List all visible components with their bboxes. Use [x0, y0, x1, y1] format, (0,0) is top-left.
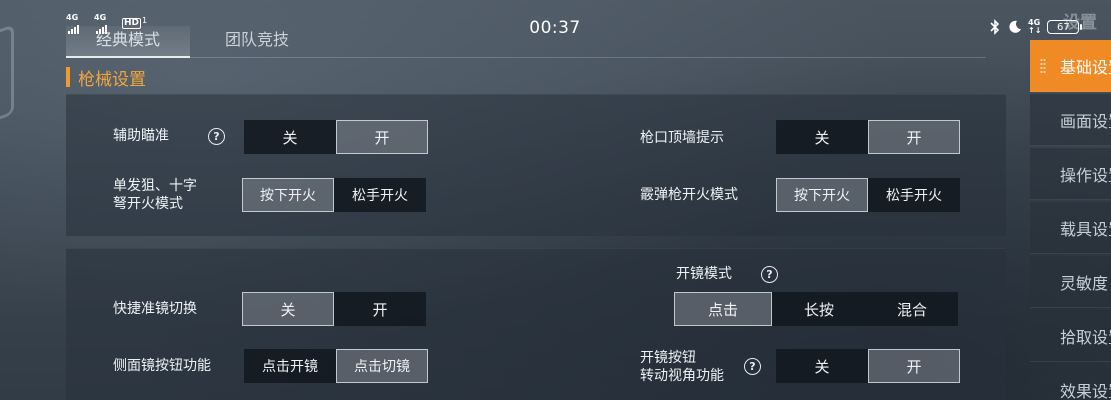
scope-rotate-help-icon[interactable]: ? — [744, 358, 761, 375]
shotgun-fire-mode-toggle: 按下开火 松手开火 — [776, 178, 960, 212]
bluetooth-icon — [988, 18, 1002, 36]
shotgun-fire-mode-label: 霰弹枪开火模式 — [640, 187, 738, 203]
side-scope-button-label: 侧面镜按钮功能 — [113, 358, 211, 374]
section-title: 枪械设置 — [78, 69, 146, 90]
sniper-fire-mode-label: 单发狙、十字 弩开火模式 — [113, 178, 197, 212]
quick-scope-off-option[interactable]: 关 — [242, 292, 334, 326]
status-clock: 00:37 — [529, 18, 581, 38]
settings-title: 设置 — [1063, 13, 1097, 33]
scope-rotate-off-option[interactable]: 关 — [776, 349, 868, 383]
wall-hint-toggle: 关 开 — [776, 120, 960, 154]
scope-mode-selector: 点击 长按 混合 — [674, 292, 958, 326]
scope-mode-tap-option[interactable]: 点击 — [674, 292, 772, 326]
sniper-press-fire-option[interactable]: 按下开火 — [242, 178, 334, 212]
scope-rotate-on-option[interactable]: 开 — [868, 349, 960, 383]
side-scope-button-toggle: 点击开镜 点击切镜 — [244, 349, 428, 383]
settings-sidebar: 基础设置 画面设置 操作设置 载具设置 灵敏度 拾取设置 效果设置 — [1030, 40, 1111, 400]
scope-rotate-view-toggle: 关 开 — [776, 349, 960, 383]
weapon-settings-panel-1: 辅助瞄准 ? 关 开 枪口顶墙提示 关 开 单发狙、十字 弩开火模式 按下开火 松… — [66, 94, 1006, 236]
scope-mode-mixed-option[interactable]: 混合 — [866, 292, 958, 326]
sidebar-item-label: 灵敏度 — [1060, 273, 1109, 293]
sidebar-item-label: 画面设置 — [1060, 111, 1111, 131]
sidebar-item-effects[interactable]: 效果设置 — [1030, 364, 1111, 400]
sniper-fire-mode-toggle: 按下开火 松手开火 — [242, 178, 426, 212]
sidebar-item-vehicle[interactable]: 载具设置 — [1030, 202, 1111, 254]
grip-icon — [1040, 58, 1046, 74]
sniper-release-fire-option[interactable]: 松手开火 — [334, 178, 426, 212]
aim-assist-toggle: 关 开 — [244, 120, 428, 154]
sidebar-item-label: 基础设置 — [1060, 57, 1111, 77]
quick-scope-switch-label: 快捷准镜切换 — [113, 301, 197, 317]
scope-mode-help-icon[interactable]: ? — [761, 266, 778, 283]
aim-assist-on-option[interactable]: 开 — [336, 120, 428, 154]
aim-assist-help-icon[interactable]: ? — [208, 128, 225, 145]
sidebar-item-label: 载具设置 — [1060, 219, 1111, 239]
wall-hint-label: 枪口顶墙提示 — [640, 130, 724, 146]
shotgun-release-fire-option[interactable]: 松手开火 — [868, 178, 960, 212]
do-not-disturb-moon-icon — [1008, 18, 1022, 36]
left-decoration — [0, 24, 14, 126]
wall-hint-on-option[interactable]: 开 — [868, 120, 960, 154]
network-4g-icon: 4G ↑↓ — [1028, 18, 1042, 35]
wall-hint-off-option[interactable]: 关 — [776, 120, 868, 154]
sidebar-item-label: 效果设置 — [1060, 381, 1111, 400]
sidebar-item-label: 拾取设置 — [1060, 327, 1111, 347]
heading-accent-bar — [66, 67, 70, 87]
aim-assist-label: 辅助瞄准 — [113, 128, 169, 144]
section-heading: 枪械设置 — [66, 66, 146, 90]
shotgun-press-fire-option[interactable]: 按下开火 — [776, 178, 868, 212]
sidebar-item-graphics[interactable]: 画面设置 — [1030, 94, 1111, 146]
scope-rotate-view-label: 开镜按钮 转动视角功能 — [640, 350, 724, 384]
sidebar-item-controls[interactable]: 操作设置 — [1030, 148, 1111, 200]
hd-voice-icon: HD 1 — [122, 16, 148, 29]
weapon-settings-panel-2: 开镜模式 ? 快捷准镜切换 关 开 点击 长按 混合 侧面镜按钮功能 点击开镜 … — [66, 248, 1006, 400]
sidebar-item-sensitivity[interactable]: 灵敏度 — [1030, 256, 1111, 308]
side-scope-tap-switch-option[interactable]: 点击切镜 — [336, 349, 428, 383]
quick-scope-switch-toggle: 关 开 — [242, 292, 426, 326]
sidebar-item-basic[interactable]: 基础设置 — [1030, 40, 1111, 92]
tab-team-deathmatch[interactable]: 团队竞技 — [202, 26, 312, 58]
scope-mode-label: 开镜模式 — [676, 266, 732, 282]
side-scope-tap-open-option[interactable]: 点击开镜 — [244, 349, 336, 383]
sidebar-item-label: 操作设置 — [1060, 165, 1111, 185]
signal-icon-2: 4G — [94, 14, 116, 34]
aim-assist-off-option[interactable]: 关 — [244, 120, 336, 154]
signal-icon-1: 4G — [66, 14, 88, 34]
sidebar-item-pickup[interactable]: 拾取设置 — [1030, 310, 1111, 362]
scope-mode-hold-option[interactable]: 长按 — [772, 292, 866, 326]
quick-scope-on-option[interactable]: 开 — [334, 292, 426, 326]
status-bar-left: 4G 4G HD 1 — [66, 14, 148, 34]
